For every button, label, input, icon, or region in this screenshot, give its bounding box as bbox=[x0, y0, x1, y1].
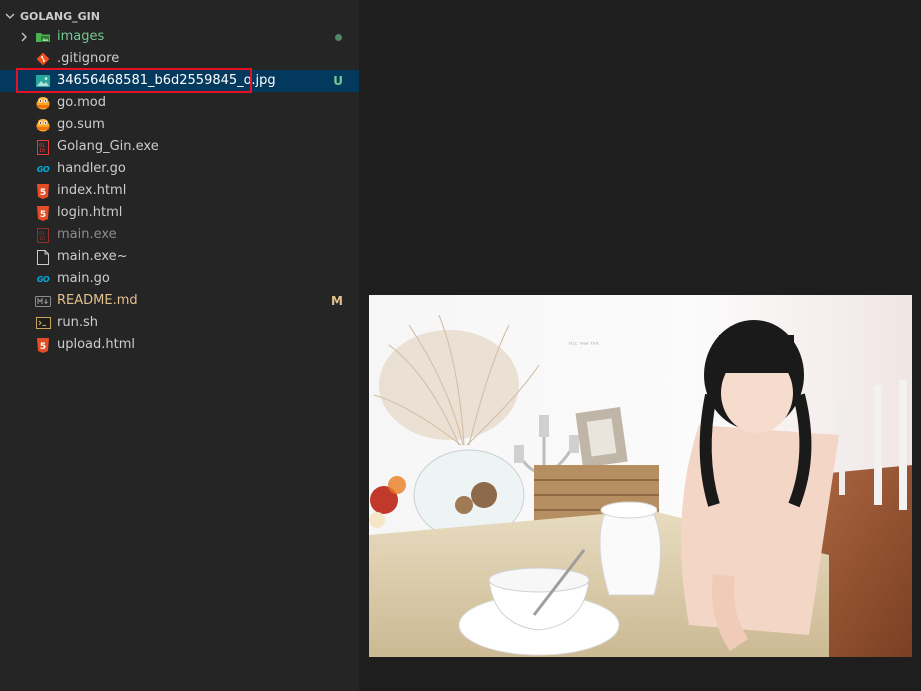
tree-item-label: index.html bbox=[57, 183, 127, 198]
tree-item-label: main.go bbox=[57, 271, 110, 286]
terminal-icon bbox=[35, 315, 51, 331]
svg-text:5: 5 bbox=[40, 342, 46, 352]
tree-item-go-sum[interactable]: go.sum bbox=[0, 114, 359, 136]
annotation-highlight-box bbox=[16, 68, 252, 93]
explorer-sidebar: GOLANG_GIN images .gitignore 34656468581… bbox=[0, 0, 359, 691]
tree-item-run-sh[interactable]: run.sh bbox=[0, 312, 359, 334]
tree-item-main-exe-backup[interactable]: main.exe~ bbox=[0, 246, 359, 268]
tree-item-readme-md[interactable]: README.md M bbox=[0, 290, 359, 312]
tree-item-label: handler.go bbox=[57, 161, 126, 176]
tree-item-main-go[interactable]: GO main.go bbox=[0, 268, 359, 290]
tree-item-images-folder[interactable]: images bbox=[0, 26, 359, 48]
chevron-down-icon bbox=[0, 10, 20, 22]
tree-item-upload-html[interactable]: 5 upload.html bbox=[0, 334, 359, 356]
tree-item-label: go.sum bbox=[57, 117, 105, 132]
photo-illustration: ᵗⁱᶜᶜ ᵐᵃʳ ᵗⁱⁿᵗ bbox=[369, 295, 912, 657]
markdown-icon bbox=[35, 293, 51, 309]
tree-item-label: go.mod bbox=[57, 95, 106, 110]
tree-item-label: Golang_Gin.exe bbox=[57, 139, 159, 154]
html5-icon: 5 bbox=[35, 337, 51, 353]
tree-item-label: run.sh bbox=[57, 315, 98, 330]
photo-watermark: ᵗⁱᶜᶜ ᵐᵃʳ ᵗⁱⁿᵗ bbox=[569, 341, 599, 349]
svg-text:10: 10 bbox=[39, 148, 45, 154]
tree-item-label: README.md bbox=[57, 293, 138, 308]
image-preview[interactable]: ᵗⁱᶜᶜ ᵐᵃʳ ᵗⁱⁿᵗ bbox=[369, 295, 912, 657]
tree-item-label: upload.html bbox=[57, 337, 136, 352]
tree-item-login-html[interactable]: 5 login.html bbox=[0, 202, 359, 224]
git-status-badge: U bbox=[333, 74, 343, 88]
git-status-badge: M bbox=[331, 294, 343, 308]
binary-file-icon: 01 10 bbox=[35, 227, 51, 243]
tree-item-gitignore[interactable]: .gitignore bbox=[0, 48, 359, 70]
html5-icon: 5 bbox=[35, 183, 51, 199]
untracked-dot-icon bbox=[335, 34, 342, 41]
tree-item-handler-go[interactable]: GO handler.go bbox=[0, 158, 359, 180]
tree-item-label: images bbox=[57, 29, 105, 44]
svg-text:10: 10 bbox=[39, 236, 45, 242]
file-icon bbox=[35, 249, 51, 265]
tree-item-go-mod[interactable]: go.mod bbox=[0, 92, 359, 114]
gopher-icon bbox=[35, 95, 51, 111]
tree-item-label: main.exe~ bbox=[57, 249, 128, 264]
gopher-icon bbox=[35, 117, 51, 133]
tree-item-label: main.exe bbox=[57, 227, 117, 242]
tree-item-main-exe[interactable]: 01 10 main.exe bbox=[0, 224, 359, 246]
tree-item-golang-gin-exe[interactable]: 01 10 Golang_Gin.exe bbox=[0, 136, 359, 158]
svg-text:5: 5 bbox=[40, 210, 46, 220]
html5-icon: 5 bbox=[35, 205, 51, 221]
tree-item-index-html[interactable]: 5 index.html bbox=[0, 180, 359, 202]
git-icon bbox=[35, 51, 51, 67]
image-preview-editor: ᵗⁱᶜᶜ ᵐᵃʳ ᵗⁱⁿᵗ bbox=[359, 0, 921, 691]
tree-item-label: login.html bbox=[57, 205, 123, 220]
explorer-section-header[interactable]: GOLANG_GIN bbox=[0, 6, 359, 26]
binary-file-icon: 01 10 bbox=[35, 139, 51, 155]
go-file-icon: GO bbox=[36, 164, 50, 174]
svg-text:5: 5 bbox=[40, 188, 46, 198]
section-title: GOLANG_GIN bbox=[20, 9, 100, 23]
tree-item-label: .gitignore bbox=[57, 51, 120, 66]
folder-images-icon bbox=[35, 29, 51, 45]
go-file-icon: GO bbox=[36, 274, 50, 284]
chevron-right-icon bbox=[14, 26, 34, 48]
